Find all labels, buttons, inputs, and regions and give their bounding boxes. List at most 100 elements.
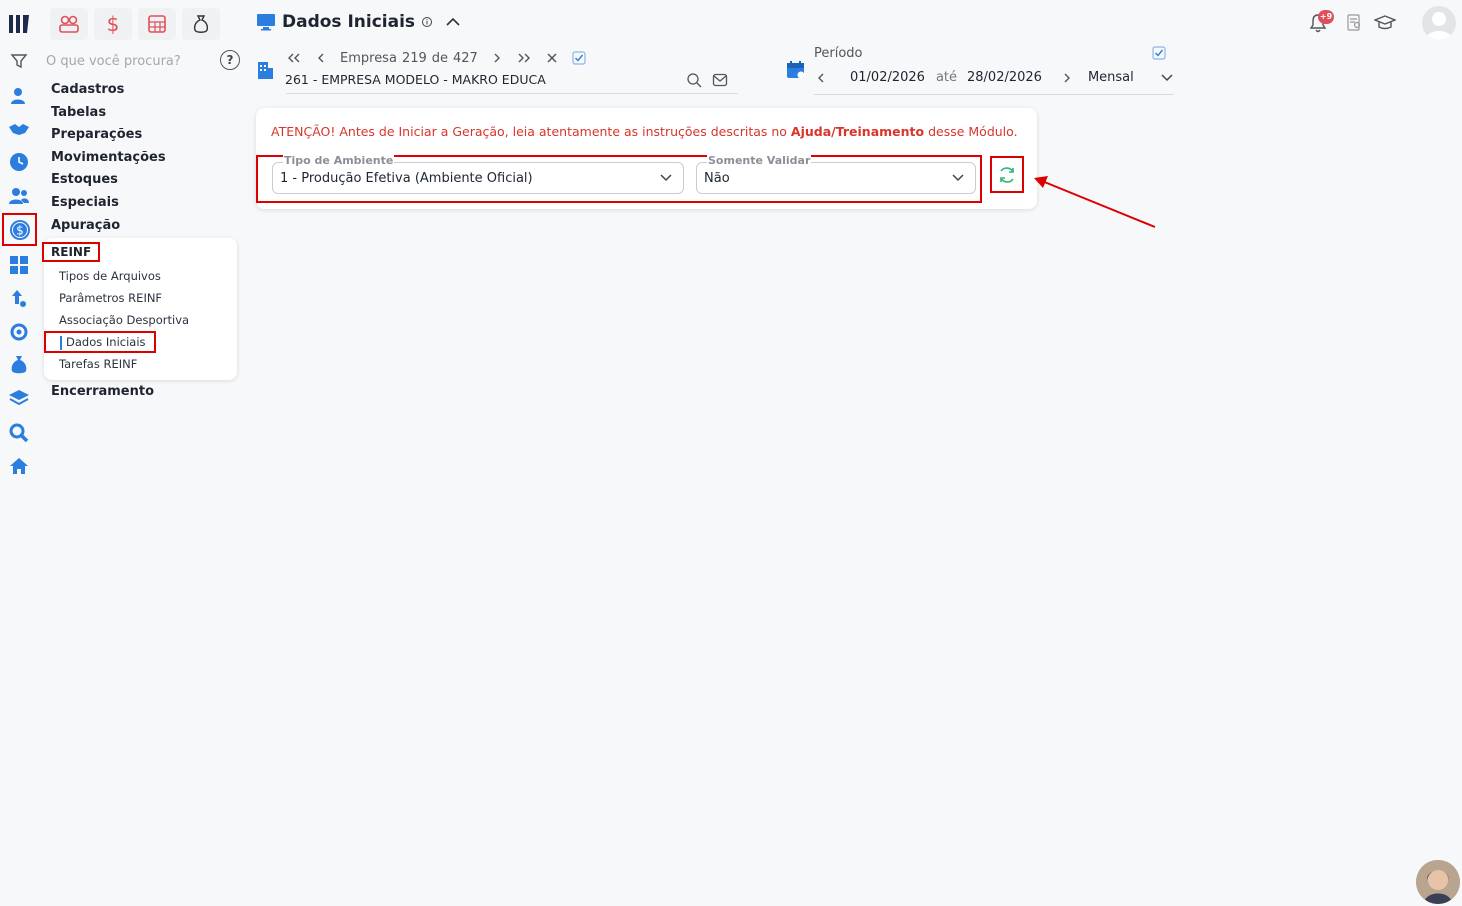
somente-validar-value: Não	[704, 171, 730, 186]
top-right-toolbar: +9	[1302, 6, 1462, 42]
refresh-button[interactable]	[990, 156, 1024, 193]
periodo-row: 01/02/2026 até 28/02/2026 Mensal	[816, 70, 1174, 85]
clock-icon[interactable]	[6, 149, 32, 175]
next-chevron-icon[interactable]	[492, 52, 502, 64]
sidebar-item-especiais[interactable]: Especiais	[51, 193, 241, 216]
periodo-type-chevron-down-icon[interactable]	[1160, 73, 1174, 83]
sidebar-item-preparacoes[interactable]: Preparações	[51, 125, 241, 148]
fields-highlight: Tipo de Ambiente 1 - Produção Efetiva (A…	[256, 155, 982, 203]
empresa-total: 427	[453, 50, 478, 66]
checkbox-checked-icon[interactable]	[572, 51, 586, 65]
periodo-checkbox-icon[interactable]	[1152, 46, 1166, 60]
refresh-icon	[1000, 166, 1014, 183]
clear-close-icon[interactable]	[546, 52, 558, 64]
collapse-chevron-up-icon[interactable]	[445, 16, 461, 28]
periodo-next-icon[interactable]	[1062, 72, 1072, 84]
calculator-icon[interactable]	[6, 252, 32, 278]
layers-icon[interactable]	[6, 385, 32, 411]
tipo-ambiente-select[interactable]: Tipo de Ambiente 1 - Produção Efetiva (A…	[272, 155, 684, 194]
periodo-start[interactable]: 01/02/2026	[850, 70, 925, 85]
sidebar-item-apuracao[interactable]: Apuração	[51, 216, 241, 239]
info-icon[interactable]	[421, 16, 433, 28]
empresa-name[interactable]: 261 - EMPRESA MODELO - MAKRO EDUCA	[285, 72, 546, 87]
empresa-current: 219	[401, 50, 427, 66]
user-avatar[interactable]	[1422, 6, 1456, 40]
sidebar-item-movimentacoes[interactable]: Movimentações	[51, 148, 241, 171]
document-search-icon[interactable]	[1347, 14, 1363, 32]
sidebar-item-tabelas[interactable]: Tabelas	[51, 103, 241, 126]
first-double-chevron-icon[interactable]	[286, 52, 302, 64]
filter-icon[interactable]	[6, 48, 32, 74]
user-avatar-icon	[1426, 12, 1452, 40]
graduation-cap-icon[interactable]	[1374, 15, 1396, 31]
page-title: Dados Iniciais	[282, 12, 416, 32]
calendar-icon	[787, 61, 805, 79]
warning-suffix: desse Módulo.	[924, 124, 1018, 139]
periodo-prev-icon[interactable]	[816, 72, 826, 84]
warning-prefix: ATENÇÃO! Antes de Iniciar a Geração, lei…	[271, 124, 791, 139]
annotation-arrow	[1034, 176, 1156, 228]
help-question-icon[interactable]: ?	[220, 50, 240, 70]
mail-icon[interactable]	[712, 73, 728, 87]
periodo-sep: até	[935, 70, 957, 85]
building-icon	[258, 62, 273, 79]
assistant-avatar[interactable]	[1416, 860, 1460, 904]
periodo-end[interactable]: 28/02/2026	[967, 70, 1042, 85]
periodo-underline	[814, 94, 1174, 95]
periodo-selector: Período 01/02/2026 até 28/02/2026 Mensal	[784, 44, 1174, 96]
page-header: Dados Iniciais	[256, 12, 461, 32]
sidebar-item-encerramento[interactable]: Encerramento	[51, 384, 154, 399]
shortcut-dollar-icon[interactable]: $	[94, 8, 132, 40]
tipo-ambiente-label: Tipo de Ambiente	[283, 154, 395, 167]
upload-tool-icon[interactable]	[6, 286, 32, 312]
dados-iniciais-card: ATENÇÃO! Antes de Iniciar a Geração, lei…	[256, 108, 1037, 209]
reinf-submenu: REINF Tipos de Arquivos Parâmetros REINF…	[42, 238, 237, 380]
submenu-item-associacao-desportiva[interactable]: Associação Desportiva	[59, 313, 189, 327]
icon-rail: $	[0, 0, 38, 906]
periodo-type[interactable]: Mensal	[1088, 70, 1134, 85]
submenu-item-tipos-arquivos[interactable]: Tipos de Arquivos	[59, 269, 161, 283]
user-cadastro-icon[interactable]	[6, 83, 32, 109]
empresa-label: Empresa	[340, 50, 397, 66]
money-bag-icon[interactable]	[6, 352, 32, 378]
prev-chevron-icon[interactable]	[316, 52, 326, 64]
sidebar-item-cadastros[interactable]: Cadastros	[51, 80, 241, 103]
notification-badge: +9	[1318, 10, 1334, 24]
submenu-item-parametros-reinf[interactable]: Parâmetros REINF	[59, 291, 162, 305]
empresa-counter: Empresa 219 de 427	[340, 51, 478, 66]
svg-text:$: $	[16, 223, 24, 237]
somente-validar-chevron-down-icon	[952, 174, 964, 182]
handshake-icon[interactable]	[6, 116, 32, 142]
last-double-chevron-icon[interactable]	[516, 52, 532, 64]
svg-text:$: $	[107, 13, 120, 35]
periodo-label: Período	[814, 46, 863, 61]
apuracao-module-icon[interactable]: $	[2, 213, 37, 246]
home-icon[interactable]	[6, 453, 32, 479]
search-magnifier-icon[interactable]	[6, 420, 32, 446]
empresa-nav-row: Empresa 219 de 427	[286, 48, 586, 68]
shortcut-calculator-icon[interactable]	[138, 8, 176, 40]
tipo-ambiente-chevron-down-icon	[660, 174, 672, 182]
menu-search: ?	[46, 50, 240, 72]
shortcut-people-icon[interactable]	[50, 8, 88, 40]
empresa-sep: de	[431, 50, 449, 66]
notifications-button[interactable]: +9	[1308, 10, 1334, 36]
shortcut-moneybag-icon[interactable]	[182, 8, 220, 40]
sidebar-menu: Cadastros Tabelas Preparações Movimentaç…	[51, 80, 241, 238]
submenu-header-reinf[interactable]: REINF	[42, 242, 101, 262]
submenu-item-dados-iniciais[interactable]: Dados Iniciais	[44, 331, 156, 353]
menu-search-input[interactable]	[46, 50, 216, 72]
warning-message: ATENÇÃO! Antes de Iniciar a Geração, lei…	[271, 124, 1018, 139]
warning-link-ajuda[interactable]: Ajuda/Treinamento	[791, 124, 924, 139]
submenu-item-tarefas-reinf[interactable]: Tarefas REINF	[59, 357, 137, 371]
somente-validar-label: Somente Validar	[707, 154, 812, 167]
empresa-underline	[286, 93, 738, 94]
settings-gear-icon[interactable]	[6, 319, 32, 345]
somente-validar-select[interactable]: Somente Validar Não	[696, 155, 976, 194]
empresa-navigator: Empresa 219 de 427 261 - EMPRESA MODELO …	[256, 48, 738, 96]
module-shortcuts: $	[50, 8, 220, 40]
sidebar-item-estoques[interactable]: Estoques	[51, 170, 241, 193]
app-logo-icon[interactable]	[8, 12, 32, 36]
search-icon[interactable]	[686, 72, 702, 88]
users-icon[interactable]	[6, 183, 32, 209]
